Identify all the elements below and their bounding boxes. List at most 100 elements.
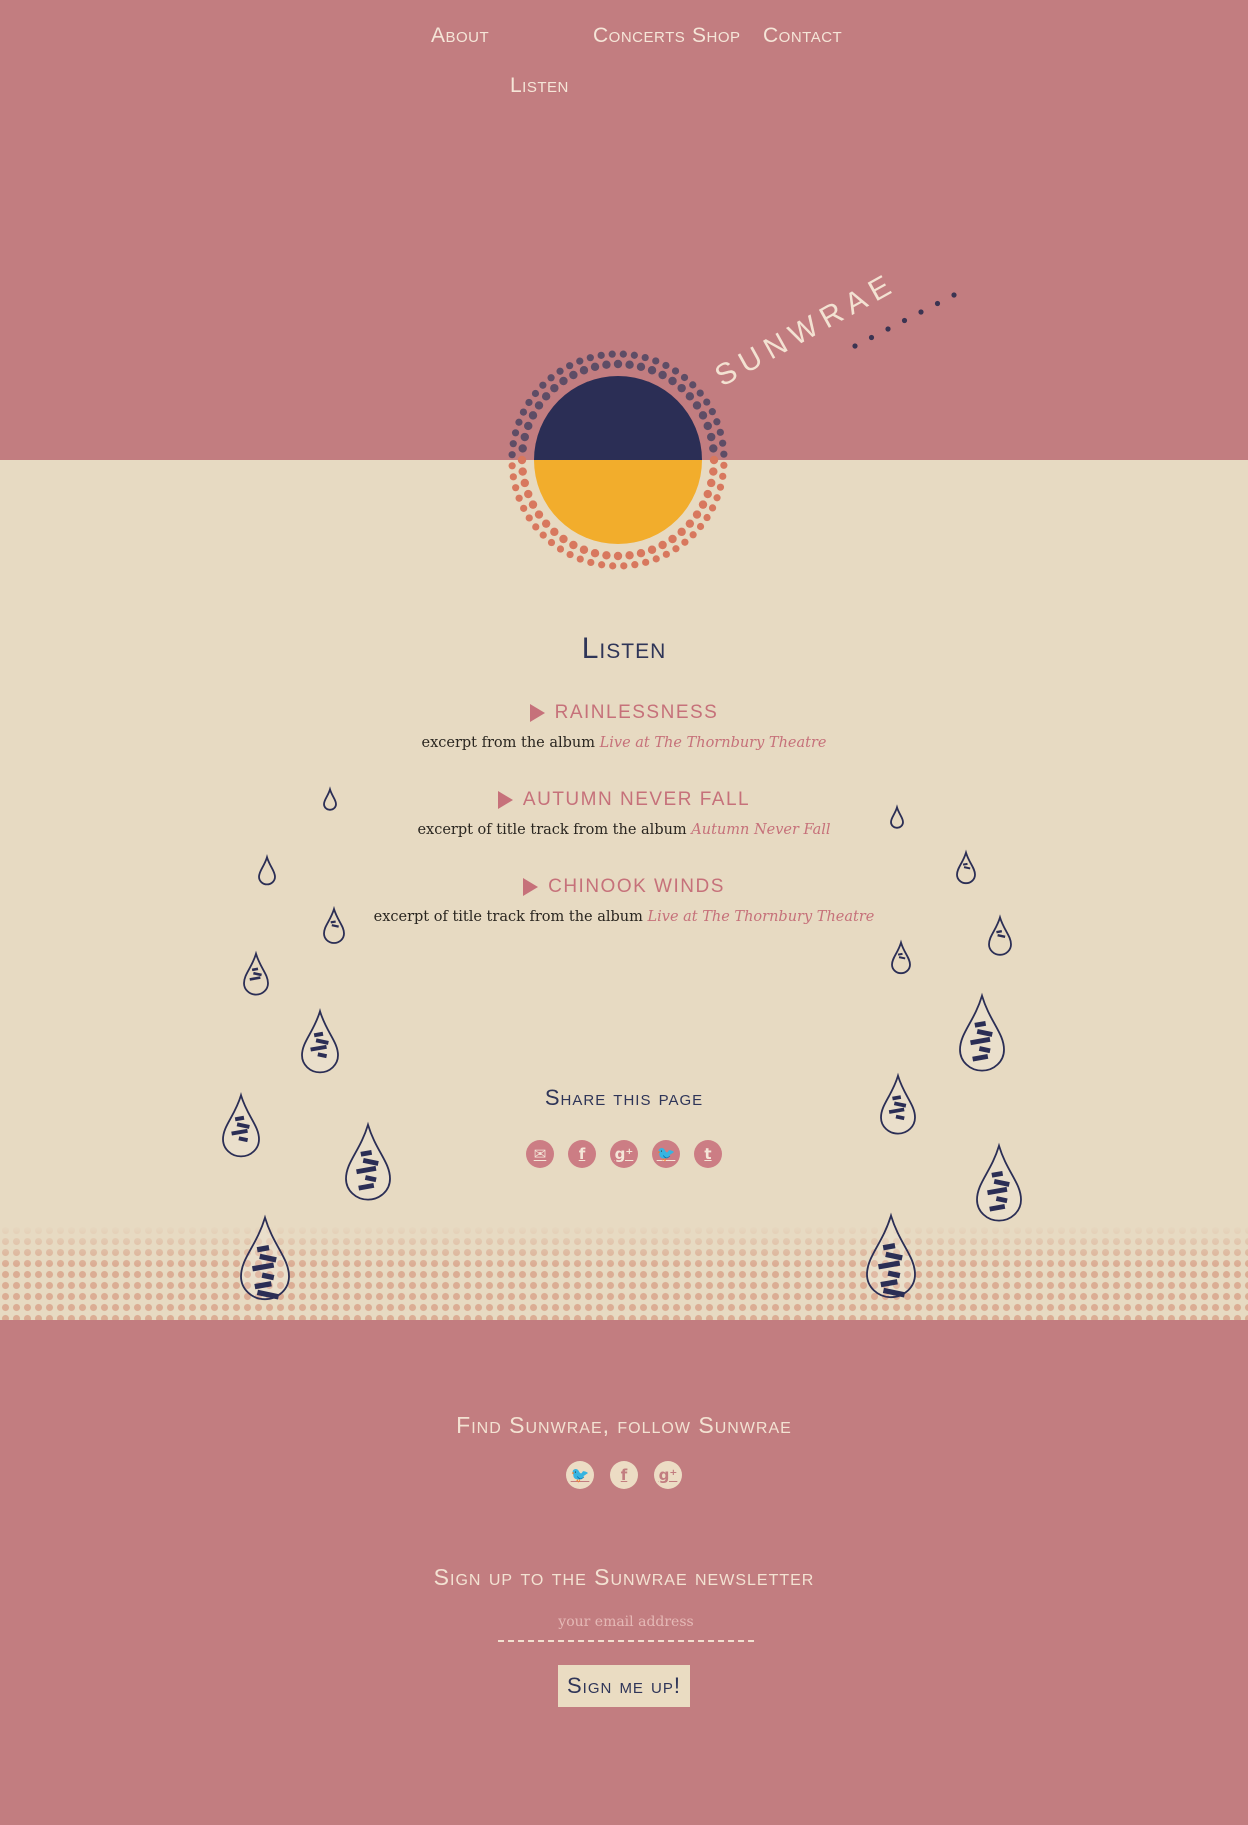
album-link[interactable]: Live at The Thornbury Theatre [647, 909, 874, 925]
ring-dot [707, 432, 716, 442]
ring-dot [579, 545, 589, 554]
ring-dot [547, 538, 556, 547]
play-icon[interactable] [497, 791, 513, 809]
ring-dot [662, 550, 670, 558]
nav-listen[interactable]: Listen [510, 74, 569, 98]
ring-dot [520, 478, 529, 488]
ring-dot [719, 439, 727, 447]
ring-dot [512, 484, 520, 492]
track-play-button[interactable]: Chinook Winds [523, 876, 725, 898]
track-desc-text: excerpt of title track from the album [373, 909, 643, 925]
ring-dot [528, 500, 538, 509]
google-plus-icon[interactable]: g⁺ [654, 1461, 682, 1489]
ring-dot [613, 359, 623, 369]
ring-dot [597, 351, 605, 359]
ring-dot [689, 381, 697, 389]
share-icons: ✉ f g⁺ 🐦 t [0, 1140, 1248, 1168]
ring-dot [716, 483, 725, 491]
follow-icons: 🐦 f g⁺ [0, 1461, 1248, 1489]
ring-dot [636, 549, 646, 558]
ring-dot [708, 408, 716, 416]
ring-dot [641, 353, 649, 362]
nav-concerts[interactable]: Concerts [593, 24, 685, 48]
ring-dot [720, 461, 728, 469]
ring-dot [520, 504, 528, 512]
ring-dot [647, 545, 657, 554]
ring-dot [708, 504, 717, 512]
track-description: excerpt of title track from the album Li… [0, 909, 1248, 925]
ring-dot [598, 561, 606, 569]
ring-dot [531, 389, 540, 398]
play-icon[interactable] [529, 704, 545, 722]
ring-dot [515, 494, 523, 502]
google-plus-icon[interactable]: g⁺ [610, 1140, 638, 1168]
ring-dot [647, 366, 657, 375]
ring-dot [630, 351, 638, 359]
ring-dot [587, 558, 595, 567]
ring-dot [652, 555, 660, 563]
mail-icon[interactable]: ✉ [526, 1140, 554, 1168]
nav-contact[interactable]: Contact [763, 24, 842, 48]
play-icon[interactable] [523, 878, 539, 896]
facebook-icon[interactable]: f [610, 1461, 638, 1489]
ring-dot [709, 444, 718, 453]
tumblr-icon[interactable]: t [694, 1140, 722, 1168]
sun-logo[interactable] [490, 280, 990, 580]
ring-dot [532, 523, 540, 531]
album-link[interactable]: Live at The Thornbury Theatre [600, 735, 827, 751]
ring-dot [680, 373, 689, 382]
ring-dot [609, 562, 617, 570]
ring-dot [508, 462, 516, 470]
track-item: Rainlessness excerpt from the album Live… [0, 702, 1248, 751]
track-title[interactable]: Chinook Winds [548, 876, 725, 898]
ring-dot [652, 357, 660, 365]
ring-dot [524, 421, 533, 431]
ring-dot [518, 467, 527, 476]
ring-dot [613, 551, 623, 561]
ring-dot [719, 472, 727, 480]
track-play-button[interactable]: Rainlessness [529, 702, 719, 724]
ring-dot [586, 354, 594, 362]
track-item: Autumn Never Fall excerpt of title track… [0, 789, 1248, 838]
signup-button[interactable]: Sign me up! [558, 1665, 690, 1707]
track-description: excerpt of title track from the album Au… [0, 822, 1248, 838]
ring-dot [625, 551, 634, 560]
ring-dot [658, 540, 667, 550]
ring-dot [602, 551, 611, 560]
ring-dot [509, 440, 517, 448]
ring-dot [608, 350, 616, 358]
ring-dot [534, 401, 544, 410]
ring-dot [703, 513, 711, 522]
track-title[interactable]: Autumn Never Fall [523, 789, 750, 811]
nav-shop[interactable]: Shop [692, 24, 741, 48]
ring-dot [707, 478, 716, 488]
ring-dot [709, 455, 719, 465]
ring-dot [685, 392, 695, 401]
ring-dot [524, 489, 533, 499]
listen-title: Listen [581, 632, 667, 665]
ring-dot [559, 534, 568, 544]
newsletter-email-input[interactable] [498, 1604, 754, 1642]
ring-dot [692, 401, 702, 410]
ring-dot [541, 392, 551, 401]
ring-dot [631, 561, 639, 569]
track-play-button[interactable]: Autumn Never Fall [497, 789, 750, 811]
ring-dot [541, 519, 551, 528]
track-desc-text: excerpt from the album [421, 735, 596, 751]
twitter-icon[interactable]: 🐦 [566, 1461, 594, 1489]
ring-dot [720, 450, 728, 458]
ring-dot [520, 432, 529, 442]
facebook-icon[interactable]: f [568, 1140, 596, 1168]
nav-about[interactable]: About [431, 24, 489, 48]
ring-dot [556, 545, 565, 553]
ring-dot [519, 408, 528, 416]
track-title[interactable]: Rainlessness [555, 702, 719, 724]
ring-dot [658, 370, 667, 380]
ring-dot [559, 376, 568, 386]
ring-dot [696, 389, 704, 397]
ring-dot [525, 514, 533, 522]
album-link[interactable]: Autumn Never Fall [691, 822, 830, 838]
twitter-icon[interactable]: 🐦 [652, 1140, 680, 1168]
ring-dot [689, 531, 697, 539]
ring-dot [692, 510, 702, 519]
